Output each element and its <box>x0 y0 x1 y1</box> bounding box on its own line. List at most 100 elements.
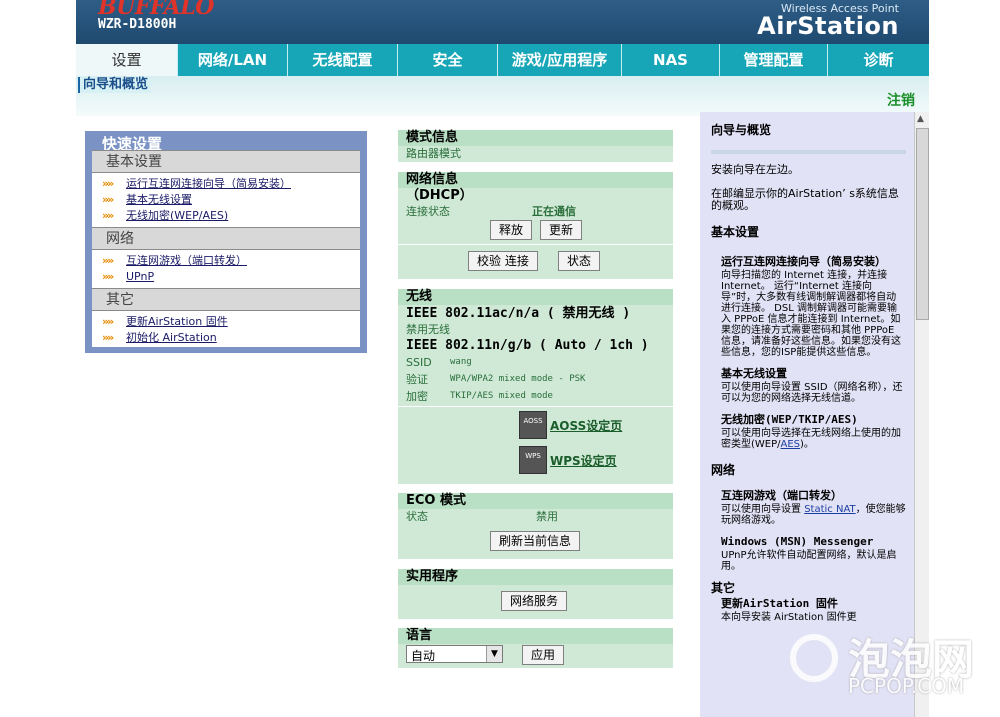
double-arrow-icon: »» <box>102 270 114 283</box>
upnp-link[interactable]: UPnP <box>126 270 154 283</box>
help-text-wireless: 可以使用向导设置 SSID（网络名称），还可以为您的网络选择无线信道。 <box>721 382 903 404</box>
auth-row: 验证 WPA/WPA2 mixed mode - PSK <box>398 371 673 388</box>
eco-mode-title: ECO 模式 <box>398 493 673 509</box>
router-admin-page: BUFFALO WZR-D1800H Wireless Access Point… <box>76 0 929 717</box>
help-section-basic: 基本设置 <box>711 225 760 239</box>
double-arrow-icon: »» <box>102 193 114 206</box>
quick-item-port-forward: »» 互连网游戏（端口转发） <box>92 253 360 269</box>
wizard-link[interactable]: 运行互连网连接向导（简易安装） <box>126 177 291 190</box>
auth-label: 验证 <box>406 373 428 386</box>
language-select[interactable]: 自动 ▼ <box>406 645 503 663</box>
help-sub-firmware: 更新AirStation 固件 <box>721 597 838 610</box>
apply-button[interactable]: 应用 <box>522 645 565 665</box>
help-text-wizard: 向导扫描您的 Internet 连接，并连接 Internet。 运行“Inte… <box>721 270 901 358</box>
divider <box>398 244 673 245</box>
eco-mode-panel: ECO 模式 状态 禁用 刷新当前信息 <box>398 493 673 559</box>
help-sub-encryption: 无线加密(WEP/TKIP/AES) <box>721 413 858 426</box>
ssid-row: SSID wang <box>398 354 673 371</box>
header-banner: BUFFALO WZR-D1800H Wireless Access Point… <box>76 0 929 44</box>
wireless-title: 无线 <box>398 289 673 305</box>
aoss-button[interactable]: AOSS AOSS设定页 <box>519 411 622 439</box>
watermark-en: PCPOP.COM <box>848 674 965 698</box>
scrollbar-thumb[interactable] <box>916 128 929 320</box>
eco-status-value: 禁用 <box>536 510 558 523</box>
ssid-label: SSID <box>406 356 432 369</box>
status-button[interactable]: 状态 <box>558 251 601 271</box>
renew-button[interactable]: 更新 <box>540 220 583 240</box>
firmware-link[interactable]: 更新AirStation 固件 <box>126 315 228 328</box>
tab-security[interactable]: 安全 <box>398 44 498 76</box>
tab-setup[interactable]: 设置 <box>76 44 178 76</box>
quick-section-basic: 基本设置 <box>92 150 360 173</box>
wps-button[interactable]: WPS WPS设定页 <box>519 446 617 474</box>
watermark: 泡泡网 PCPOP.COM <box>788 626 988 706</box>
watermark-logo-icon <box>790 634 838 682</box>
band-24ghz: IEEE 802.11n/g/b ( Auto / 1ch ) <box>406 338 649 353</box>
help-sub-msn: Windows (MSN) Messenger <box>721 535 874 548</box>
help-separator <box>711 150 906 154</box>
help-text-firmware: 本向导安装 AirStation 固件更 <box>721 612 857 623</box>
network-info-title: 网络信息 <box>398 172 673 188</box>
release-button[interactable]: 释放 <box>490 220 533 240</box>
reset-link[interactable]: 初始化 AirStation <box>126 331 217 344</box>
quick-item-firmware: »» 更新AirStation 固件 <box>92 314 360 330</box>
port-forward-link[interactable]: 互连网游戏（端口转发） <box>126 254 247 267</box>
help-text-encryption: 可以使用向导选择在无线网络上使用的加密类型(WEP/AES)。 <box>721 428 906 450</box>
utility-panel: 实用程序 网络服务 <box>398 569 673 619</box>
language-panel: 语言 自动 ▼ 应用 <box>398 628 673 668</box>
aoss-label: AOSS设定页 <box>550 418 623 433</box>
help-intro-2: 在邮编显示你的AirStation’ s系统信息的概观。 <box>711 187 899 212</box>
aoss-icon: AOSS <box>519 411 547 439</box>
quick-item-wizard: »» 运行互连网连接向导（简易安装） <box>92 176 360 192</box>
refresh-button[interactable]: 刷新当前信息 <box>490 531 581 551</box>
help-text-game: 可以使用向导设置 Static NAT，使您能够玩网络游戏。 <box>721 504 906 526</box>
page-margin-left <box>0 0 76 717</box>
verify-connection-button[interactable]: 校验 连接 <box>468 251 538 271</box>
basic-wireless-link[interactable]: 基本无线设置 <box>126 193 192 206</box>
help-text-msn: UPnP允许软件自动配置网络，默认是启用。 <box>721 550 897 572</box>
eco-status-label: 状态 <box>406 510 428 523</box>
model-name: WZR-D1800H <box>98 17 177 32</box>
airstation-logo: AirStation <box>757 12 899 40</box>
double-arrow-icon: »» <box>102 209 114 222</box>
dropdown-arrow-icon: ▼ <box>486 646 502 662</box>
static-nat-link[interactable]: Static NAT <box>804 504 855 515</box>
auth-value: WPA/WPA2 mixed mode - PSK <box>450 374 586 384</box>
subtab-wizard-overview[interactable]: 向导和概览 <box>78 77 152 93</box>
help-text-encryption-post: )。 <box>800 439 814 450</box>
help-sub-wizard: 运行互连网连接向导（简易安装） <box>721 255 886 268</box>
aes-link[interactable]: AES <box>781 439 801 450</box>
scroll-up-icon[interactable]: ▲ <box>917 114 924 124</box>
tab-network-lan[interactable]: 网络/LAN <box>178 44 288 76</box>
tab-admin[interactable]: 管理配置 <box>720 44 828 76</box>
encryption-value: TKIP/AES mixed mode <box>450 391 553 401</box>
help-sub-wireless: 基本无线设置 <box>721 367 787 380</box>
tab-nas[interactable]: NAS <box>622 44 720 76</box>
network-service-button[interactable]: 网络服务 <box>501 591 568 611</box>
help-text-game-pre: 可以使用向导设置 <box>721 504 805 515</box>
main-nav: 设置 网络/LAN 无线配置 安全 游戏/应用程序 NAS 管理配置 诊断 <box>76 44 929 76</box>
quick-item-upnp: »» UPnP <box>92 269 360 285</box>
mode-info-panel: 模式信息 路由器模式 <box>398 130 673 162</box>
help-intro-1: 安装向导在左边。 <box>711 163 799 176</box>
connection-status-row: 连接状态 正在通信 <box>398 204 673 219</box>
encryption-link[interactable]: 无线加密(WEP/AES) <box>126 209 228 222</box>
wireless-panel: 无线 IEEE 802.11ac/n/a ( 禁用无线 ) 禁用无线 IEEE … <box>398 289 673 484</box>
band-5ghz: IEEE 802.11ac/n/a ( 禁用无线 ) <box>406 306 631 321</box>
help-section-other: 其它 <box>711 581 736 595</box>
help-section-network: 网络 <box>711 463 736 477</box>
network-info-subtitle: （DHCP） <box>406 188 473 203</box>
tab-wireless[interactable]: 无线配置 <box>288 44 398 76</box>
language-title: 语言 <box>398 628 673 644</box>
band-5ghz-state: 禁用无线 <box>406 323 450 336</box>
sub-nav-bar: 向导和概览 注销 <box>76 76 929 116</box>
logout-link[interactable]: 注销 <box>887 90 915 110</box>
page-margin-right <box>929 0 1000 717</box>
ssid-value: wang <box>450 357 472 367</box>
tab-diagnostics[interactable]: 诊断 <box>828 44 929 76</box>
tab-games-apps[interactable]: 游戏/应用程序 <box>498 44 622 76</box>
double-arrow-icon: »» <box>102 331 114 344</box>
wps-icon: WPS <box>519 446 547 474</box>
help-sub-game: 互连网游戏（端口转发） <box>721 489 842 502</box>
quick-setup-body: 基本设置 »» 运行互连网连接向导（简易安装） »» 基本无线设置 »» 无线加密(W… <box>92 150 360 347</box>
